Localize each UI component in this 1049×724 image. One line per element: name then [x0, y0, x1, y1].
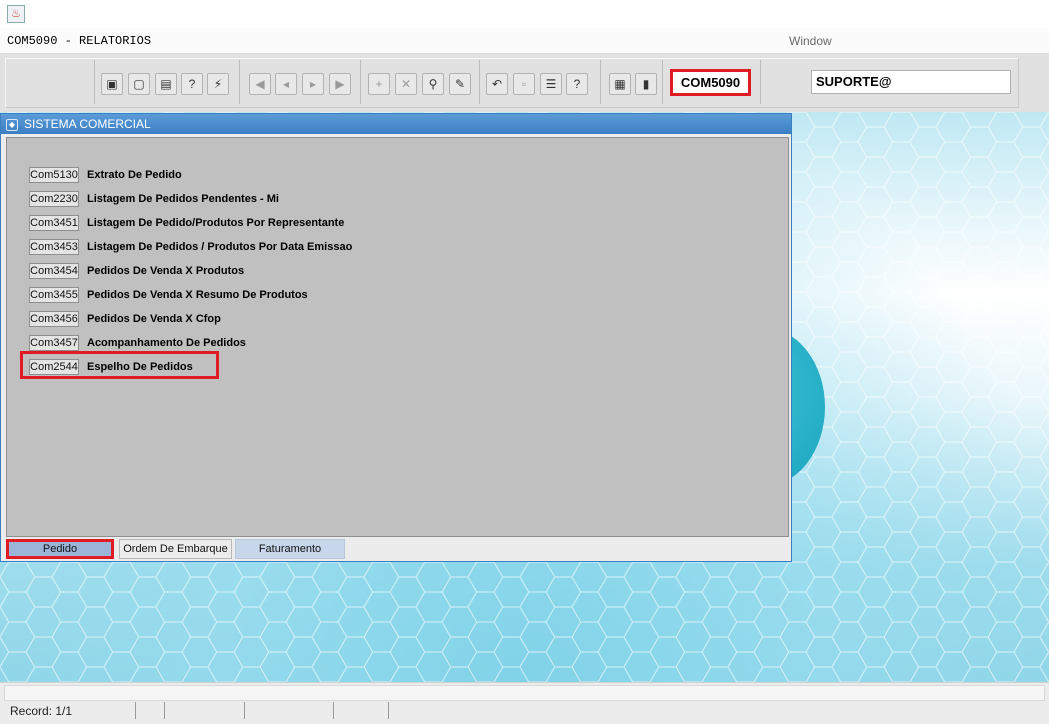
- exit-icon[interactable]: ▮: [635, 73, 657, 95]
- tab-faturamento[interactable]: Faturamento: [235, 539, 345, 559]
- window-icon: ◆: [6, 119, 18, 131]
- tab-pedido[interactable]: Pedido: [6, 539, 114, 559]
- report-code-button[interactable]: Com2230: [29, 191, 79, 207]
- report-code-button[interactable]: Com3455: [29, 287, 79, 303]
- toolbar-separator: [600, 60, 601, 104]
- report-code-button[interactable]: Com3454: [29, 263, 79, 279]
- first-record-icon[interactable]: ◀: [249, 73, 271, 95]
- previous-record-icon[interactable]: ◂: [275, 73, 297, 95]
- toolbar-separator: [479, 60, 480, 104]
- window-menu[interactable]: Window: [789, 34, 832, 48]
- help-icon[interactable]: ?: [566, 73, 588, 95]
- save-icon[interactable]: ▣: [101, 73, 123, 95]
- print-icon[interactable]: ▤: [155, 73, 177, 95]
- report-code-button[interactable]: Com2544: [29, 359, 79, 375]
- report-list: Com5130 Extrato De Pedido Com2230 Listag…: [6, 137, 789, 537]
- execute-query-icon[interactable]: ⚡: [207, 73, 229, 95]
- report-code-button[interactable]: Com3456: [29, 311, 79, 327]
- message-line: [4, 685, 1045, 701]
- menu-icon[interactable]: ▦: [609, 73, 631, 95]
- status-divider: [333, 702, 334, 719]
- window-titlebar: ♨: [0, 0, 1049, 28]
- report-code-button[interactable]: Com3453: [29, 239, 79, 255]
- panel-title: SISTEMA COMERCIAL: [24, 117, 151, 131]
- report-label: Extrato De Pedido: [87, 169, 182, 181]
- toolbar: ▣ ▢ ▤ ? ⚡ ◀ ◂ ▸ ▶ + ✕ ⚲ ✎ ↶ ▫ ☰ ? ▦ ▮ CO…: [0, 54, 1049, 113]
- toolbar-separator: [662, 60, 663, 104]
- report-code-button[interactable]: Com3451: [29, 215, 79, 231]
- form-name-field: COM5090: [670, 69, 751, 96]
- report-label: Listagem De Pedidos / Produtos Por Data …: [87, 241, 353, 253]
- user-field: SUPORTE@: [811, 70, 1011, 94]
- status-bar: Record: 1/1: [0, 682, 1049, 724]
- status-divider: [244, 702, 245, 719]
- report-label: Pedidos De Venda X Cfop: [87, 313, 221, 325]
- last-record-icon[interactable]: ▶: [329, 73, 351, 95]
- report-label: Listagem De Pedido/Produtos Por Represen…: [87, 217, 345, 229]
- report-label: Pedidos De Venda X Resumo De Produtos: [87, 289, 308, 301]
- undo-icon[interactable]: ↶: [486, 73, 508, 95]
- print-preview-icon[interactable]: ▢: [128, 73, 150, 95]
- toolbar-separator: [94, 60, 95, 104]
- java-app-icon: ♨: [7, 5, 25, 23]
- next-record-icon[interactable]: ▸: [302, 73, 324, 95]
- lookup-icon[interactable]: ⚲: [422, 73, 444, 95]
- clear-icon[interactable]: ✎: [449, 73, 471, 95]
- help-query-icon[interactable]: ?: [181, 73, 203, 95]
- delete-record-icon[interactable]: ✕: [395, 73, 417, 95]
- report-label: Acompanhamento De Pedidos: [87, 337, 246, 349]
- menubar: COM5090 - RELATORIOS Window: [0, 28, 1049, 54]
- toolbar-separator: [239, 60, 240, 104]
- tab-ordem-de-embarque[interactable]: Ordem De Embarque: [119, 539, 232, 559]
- sistema-comercial-window: ◆ SISTEMA COMERCIAL Com5130 Extrato De P…: [0, 113, 792, 562]
- report-code-button[interactable]: Com5130: [29, 167, 79, 183]
- toolbar-separator: [360, 60, 361, 104]
- report-label: Pedidos De Venda X Produtos: [87, 265, 245, 277]
- form-title-menu[interactable]: COM5090 - RELATORIOS: [7, 34, 151, 48]
- report-label: Espelho De Pedidos: [87, 361, 193, 373]
- status-divider: [135, 702, 136, 719]
- insert-record-icon[interactable]: +: [368, 73, 390, 95]
- report-label: Listagem De Pedidos Pendentes - Mi: [87, 193, 279, 205]
- copy-icon[interactable]: ▫: [513, 73, 535, 95]
- status-divider: [164, 702, 165, 719]
- panel-titlebar: ◆ SISTEMA COMERCIAL: [1, 114, 791, 134]
- report-code-button[interactable]: Com3457: [29, 335, 79, 351]
- list-values-icon[interactable]: ☰: [540, 73, 562, 95]
- toolbar-separator: [760, 60, 761, 104]
- record-counter: Record: 1/1: [10, 704, 73, 718]
- status-divider: [388, 702, 389, 719]
